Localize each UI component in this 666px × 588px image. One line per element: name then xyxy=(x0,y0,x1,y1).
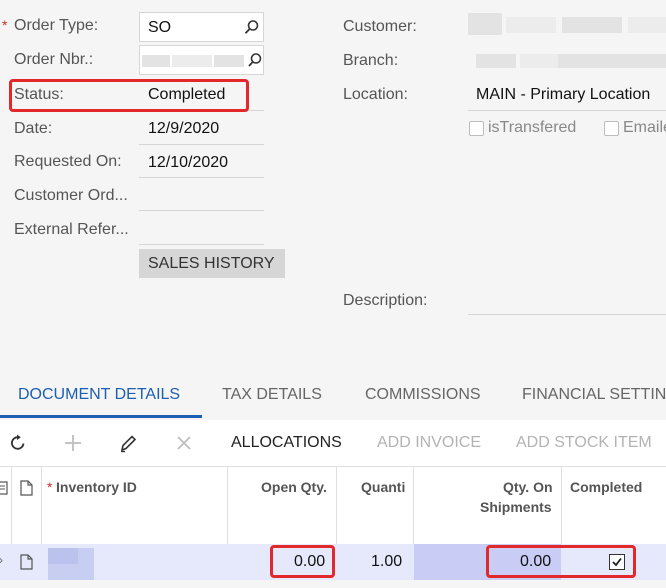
shipments-completed-highlight-box xyxy=(486,545,636,578)
redacted-value xyxy=(628,17,666,33)
order-type-value: SO xyxy=(148,19,172,36)
location-underline xyxy=(468,110,666,111)
column-header-qty-on-shipments-line1[interactable]: Qty. On xyxy=(503,479,553,495)
redacted-value xyxy=(48,548,78,564)
delete-icon[interactable] xyxy=(176,435,192,451)
column-divider xyxy=(561,467,562,544)
sales-history-button[interactable]: SALES HISTORY xyxy=(139,249,285,278)
branch-input[interactable] xyxy=(468,46,666,76)
location-value[interactable]: MAIN - Primary Location xyxy=(476,86,650,104)
add-invoice-button[interactable]: ADD INVOICE xyxy=(377,434,481,452)
customer-order-input[interactable] xyxy=(139,210,264,211)
column-header-qty-on-shipments-line2[interactable]: Shipments xyxy=(480,499,552,515)
redacted-value xyxy=(172,55,212,67)
sales-history-label: SALES HISTORY xyxy=(148,255,275,272)
location-label: Location: xyxy=(343,86,408,103)
files-icon[interactable] xyxy=(0,481,9,495)
tab-tax-details[interactable]: TAX DETAILS xyxy=(222,386,322,404)
search-icon[interactable] xyxy=(244,19,260,35)
column-divider xyxy=(413,467,414,544)
column-divider xyxy=(11,467,12,544)
edit-icon[interactable] xyxy=(119,433,137,453)
row-selector-arrow-icon: › xyxy=(0,553,3,567)
customer-input[interactable] xyxy=(468,8,666,42)
column-divider xyxy=(227,467,228,544)
is-transfered-label: isTransfered xyxy=(488,119,577,136)
search-icon[interactable] xyxy=(248,52,262,68)
requested-on-label: Requested On: xyxy=(14,153,122,170)
redacted-value xyxy=(142,55,170,67)
redacted-value xyxy=(520,54,560,68)
required-marker: * xyxy=(47,479,53,495)
column-divider xyxy=(41,467,42,544)
order-type-input[interactable]: SO xyxy=(139,12,264,42)
tab-document-details[interactable]: DOCUMENT DETAILS xyxy=(18,386,180,404)
redacted-value xyxy=(476,54,516,68)
document-icon[interactable] xyxy=(20,554,33,570)
description-label: Description: xyxy=(343,292,428,309)
order-nbr-label: Order Nbr.: xyxy=(14,51,94,68)
requested-on-underline xyxy=(139,177,264,178)
column-divider xyxy=(336,467,337,544)
is-transfered-checkbox[interactable] xyxy=(469,121,484,136)
tab-financial-settings[interactable]: FINANCIAL SETTIN xyxy=(522,386,666,404)
add-icon[interactable] xyxy=(64,434,82,452)
email-checkbox[interactable] xyxy=(604,121,619,136)
date-underline xyxy=(139,144,264,145)
active-tab-indicator xyxy=(0,415,202,418)
redacted-value xyxy=(558,54,666,68)
email-label: Emaile xyxy=(623,119,666,136)
document-icon[interactable] xyxy=(20,480,33,496)
column-header-inventory-id[interactable]: Inventory ID xyxy=(56,479,137,495)
description-input[interactable] xyxy=(468,314,666,315)
required-marker: * xyxy=(2,17,8,33)
quantity-cell[interactable]: 1.00 xyxy=(371,553,402,571)
redacted-value xyxy=(506,17,556,33)
customer-label: Customer: xyxy=(343,18,417,35)
order-nbr-input[interactable] xyxy=(139,45,264,75)
column-header-quantity[interactable]: Quanti xyxy=(361,479,405,495)
column-header-open-qty[interactable]: Open Qty. xyxy=(261,479,327,495)
external-ref-input[interactable] xyxy=(139,244,264,245)
requested-on-value[interactable]: 12/10/2020 xyxy=(148,154,228,172)
column-header-completed[interactable]: Completed xyxy=(570,479,642,495)
allocations-button[interactable]: ALLOCATIONS xyxy=(231,434,342,452)
date-value[interactable]: 12/9/2020 xyxy=(148,120,219,138)
open-qty-highlight-box xyxy=(270,545,335,578)
date-label: Date: xyxy=(14,120,53,137)
customer-order-label: Customer Ord... xyxy=(14,187,128,204)
grid-header: * Inventory ID Open Qty. Quanti Qty. On … xyxy=(0,467,666,544)
refresh-icon[interactable] xyxy=(9,434,27,452)
add-stock-item-button[interactable]: ADD STOCK ITEM xyxy=(516,434,652,452)
tab-commissions[interactable]: COMMISSIONS xyxy=(365,386,481,404)
tab-bar: DOCUMENT DETAILS TAX DETAILS COMMISSIONS… xyxy=(0,370,666,420)
external-ref-label: External Refer... xyxy=(14,221,129,238)
status-highlight-box xyxy=(9,79,249,112)
order-type-label: Order Type: xyxy=(14,17,99,34)
branch-label: Branch: xyxy=(343,52,399,69)
redacted-value xyxy=(468,13,502,35)
redacted-value xyxy=(214,55,244,67)
redacted-value xyxy=(562,17,622,33)
grid-toolbar: ALLOCATIONS ADD INVOICE ADD STOCK ITEM xyxy=(0,420,666,466)
